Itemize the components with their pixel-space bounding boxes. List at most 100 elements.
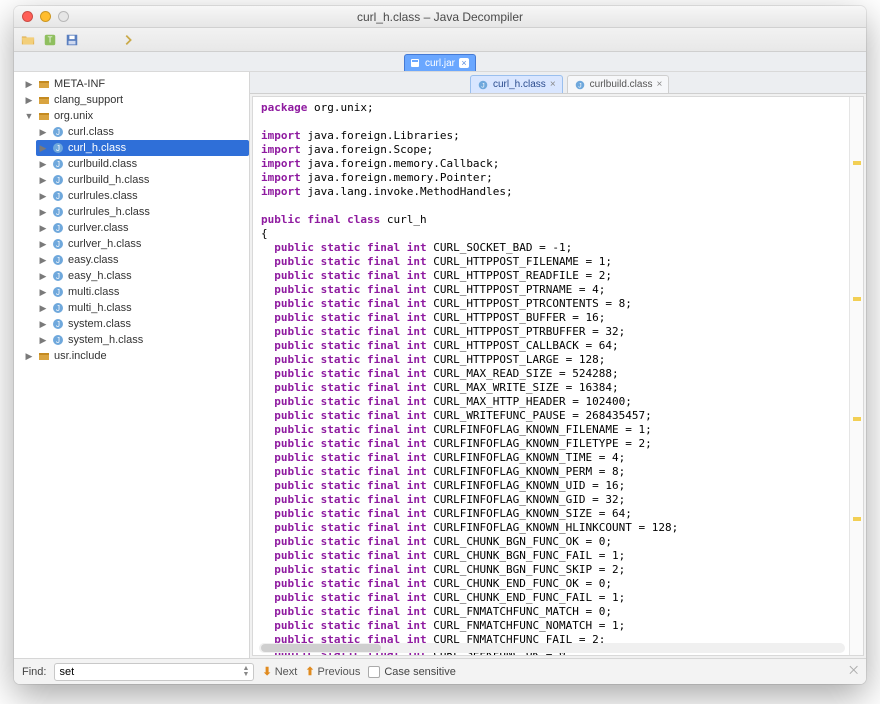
disclosure-triangle-icon[interactable]: ▶	[38, 268, 48, 284]
disclosure-triangle-icon[interactable]: ▶	[38, 140, 48, 156]
class-file-icon: J	[51, 205, 65, 219]
find-input[interactable]	[59, 666, 242, 678]
tree-item-label: META-INF	[54, 76, 105, 92]
disclosure-triangle-icon[interactable]: ▶	[38, 316, 48, 332]
find-prev-button[interactable]: ⬆Previous	[305, 665, 360, 678]
tree-item[interactable]: ▶ clang_support	[22, 92, 249, 108]
tree-item[interactable]: ▶ Jcurlver.class	[36, 220, 249, 236]
tree-item[interactable]: ▶Jmulti_h.class	[36, 300, 249, 316]
overview-ruler[interactable]	[849, 97, 863, 655]
case-sensitive-checkbox[interactable]: Case sensitive	[368, 666, 456, 678]
tree-item[interactable]: ▶ META-INF	[22, 76, 249, 92]
tree-item[interactable]: ▶Jcurl_h.class	[36, 140, 249, 156]
svg-text:J: J	[56, 304, 60, 313]
disclosure-triangle-icon[interactable]: ▶	[38, 156, 48, 172]
source-code[interactable]: package org.unix; import java.foreign.Li…	[253, 97, 863, 655]
tree-item-label: curlver.class	[68, 220, 129, 236]
svg-text:J: J	[56, 176, 60, 185]
save-icon[interactable]	[64, 32, 80, 48]
disclosure-triangle-icon[interactable]: ▶	[24, 92, 34, 108]
tree-item-label: curlbuild_h.class	[68, 172, 149, 188]
archive-tab-close-icon[interactable]: ×	[459, 58, 469, 68]
tab-close-icon[interactable]: ×	[656, 80, 662, 90]
svg-text:J: J	[481, 82, 484, 89]
class-file-icon: J	[51, 221, 65, 235]
jar-icon	[409, 57, 421, 69]
disclosure-triangle-icon[interactable]: ▶	[38, 300, 48, 316]
find-history-stepper-icon[interactable]: ▲▼	[243, 666, 250, 678]
svg-text:J: J	[56, 240, 60, 249]
horizontal-scrollbar[interactable]	[259, 643, 845, 653]
find-close-icon[interactable]: ⨉	[849, 665, 858, 678]
tree-item[interactable]: ▶Jeasy.class	[36, 252, 249, 268]
tree-item[interactable]: ▶Jsystem.class	[36, 316, 249, 332]
disclosure-triangle-icon[interactable]: ▶	[24, 76, 34, 92]
window-title: curl_h.class – Java Decompiler	[14, 10, 866, 24]
editor-tab[interactable]: Jcurl_h.class×	[470, 75, 563, 93]
tree-item[interactable]: ▶Jeasy_h.class	[36, 268, 249, 284]
titlebar[interactable]: curl_h.class – Java Decompiler	[14, 6, 866, 28]
tree-item-label: system_h.class	[68, 332, 143, 348]
tree-item[interactable]: ▼org.unix	[22, 108, 249, 124]
tab-close-icon[interactable]: ×	[550, 80, 556, 90]
editor-tab[interactable]: Jcurlbuild.class×	[567, 75, 670, 93]
disclosure-triangle-icon[interactable]: ▶	[38, 220, 48, 236]
tree-item[interactable]: ▶ Jmulti.class	[36, 284, 249, 300]
svg-text:J: J	[56, 208, 60, 217]
scrollbar-thumb[interactable]	[261, 644, 381, 652]
tree-item-label: curlrules.class	[68, 188, 138, 204]
tree-item-label: curlrules_h.class	[68, 204, 150, 220]
svg-text:J: J	[56, 336, 60, 345]
disclosure-triangle-icon[interactable]: ▶	[38, 332, 48, 348]
package-icon	[37, 77, 51, 91]
class-file-icon: J	[51, 253, 65, 267]
tree-item[interactable]: ▶usr.include	[22, 348, 249, 364]
class-file-icon: J	[51, 237, 65, 251]
code-scroll[interactable]: package org.unix; import java.foreign.Li…	[253, 97, 863, 655]
disclosure-triangle-icon[interactable]: ▶	[24, 348, 34, 364]
nav-back-icon[interactable]	[98, 32, 114, 48]
tree-item-label: curl_h.class	[68, 140, 126, 156]
tree-item-label: clang_support	[54, 92, 123, 108]
marker-icon[interactable]	[853, 297, 861, 301]
tree-item[interactable]: ▶ Jsystem_h.class	[36, 332, 249, 348]
open-file-icon[interactable]	[20, 32, 36, 48]
disclosure-triangle-icon[interactable]: ▶	[38, 204, 48, 220]
find-field[interactable]: ▲▼	[54, 663, 254, 681]
marker-icon[interactable]	[853, 417, 861, 421]
svg-text:J: J	[56, 288, 60, 297]
tree-item[interactable]: ▶ Jcurlrules_h.class	[36, 204, 249, 220]
svg-text:J: J	[56, 224, 60, 233]
class-file-icon: J	[51, 125, 65, 139]
open-type-icon[interactable]: T	[42, 32, 58, 48]
class-file-icon: J	[574, 79, 586, 91]
nav-forward-icon[interactable]	[120, 32, 136, 48]
package-explorer[interactable]: ▶META-INF▶clang_support▼org.unix▶Jcurl.c…	[14, 72, 250, 658]
tree-item-label: multi.class	[68, 284, 119, 300]
tree-item[interactable]: ▶ Jcurlbuild_h.class	[36, 172, 249, 188]
disclosure-triangle-icon[interactable]: ▶	[38, 188, 48, 204]
arrow-up-icon: ⬆	[305, 665, 314, 678]
disclosure-triangle-icon[interactable]: ▼	[24, 108, 34, 124]
tree-item[interactable]: ▶ Jcurlver_h.class	[36, 236, 249, 252]
archive-tab[interactable]: curl.jar ×	[404, 54, 476, 71]
tree-item[interactable]: ▶Jcurlbuild.class	[36, 156, 249, 172]
marker-icon[interactable]	[853, 161, 861, 165]
tree-item-label: easy_h.class	[68, 268, 132, 284]
tree-item-label: curl.class	[68, 124, 114, 140]
tree-item[interactable]: ▶Jcurl.class	[36, 124, 249, 140]
svg-text:J: J	[56, 192, 60, 201]
marker-icon[interactable]	[853, 517, 861, 521]
editor-tab-strip: Jcurl_h.class×Jcurlbuild.class×	[250, 72, 866, 94]
toolbar: T	[14, 28, 866, 52]
find-next-button[interactable]: ⬇Next	[262, 665, 297, 678]
disclosure-triangle-icon[interactable]: ▶	[38, 284, 48, 300]
disclosure-triangle-icon[interactable]: ▶	[38, 236, 48, 252]
tree-item-label: curlver_h.class	[68, 236, 141, 252]
disclosure-triangle-icon[interactable]: ▶	[38, 124, 48, 140]
disclosure-triangle-icon[interactable]: ▶	[38, 252, 48, 268]
tree-item[interactable]: ▶ Jcurlrules.class	[36, 188, 249, 204]
class-file-icon: J	[51, 269, 65, 283]
disclosure-triangle-icon[interactable]: ▶	[38, 172, 48, 188]
class-file-icon: J	[51, 333, 65, 347]
